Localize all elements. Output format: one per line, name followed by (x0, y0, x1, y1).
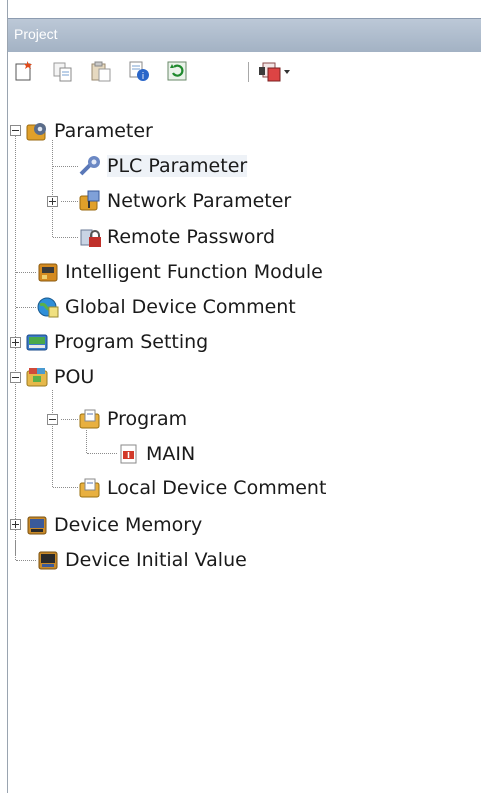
expand-network-parameter-toggle[interactable] (47, 196, 58, 207)
network-parameter-label: Network Parameter (107, 190, 292, 212)
copy-icon (53, 62, 72, 82)
device-initial-value-icon (38, 551, 58, 570)
expand-program-setting-toggle[interactable] (10, 337, 21, 348)
plc-parameter-label: PLC Parameter (107, 155, 248, 177)
tree-item-plc-parameter[interactable]: PLC Parameter (78, 151, 248, 181)
collapse-pou-toggle[interactable] (10, 372, 21, 383)
panel-title: Project (14, 26, 58, 42)
tree-line (16, 307, 36, 308)
local-device-comment-label: Local Device Comment (107, 477, 327, 499)
tree-item-main[interactable]: MAIN (117, 439, 195, 469)
parameter-folder-icon (26, 123, 46, 141)
remote-password-icon (80, 229, 101, 247)
project-tree: Parameter PLC Parameter Network Paramete… (8, 100, 481, 720)
main-label: MAIN (146, 443, 196, 465)
tree-item-program[interactable]: Program (78, 404, 187, 434)
program-folder-icon (79, 409, 100, 429)
project-panel: Project i Parameter PLC Parameter Networ… (7, 0, 481, 793)
device-memory-label: Device Memory (54, 514, 203, 536)
tree-item-remote-password[interactable]: Remote Password (78, 222, 275, 252)
tree-line (16, 272, 36, 273)
device-memory-icon (27, 516, 47, 535)
network-parameter-icon (79, 190, 100, 211)
tree-line (61, 419, 78, 420)
tree-line (52, 140, 53, 237)
tree-line (61, 201, 78, 202)
pou-folder-icon (26, 368, 48, 387)
svg-text:i: i (142, 72, 145, 82)
pou-label: POU (54, 366, 95, 388)
global-device-comment-icon (37, 297, 59, 318)
collapse-program-toggle[interactable] (47, 414, 58, 425)
tree-line (53, 237, 78, 238)
tree-item-pou[interactable]: POU (25, 362, 94, 392)
project-toolbar: i (8, 52, 481, 98)
tree-item-network-parameter[interactable]: Network Parameter (78, 186, 291, 216)
device-initial-value-label: Device Initial Value (65, 549, 247, 571)
data-dropdown-icon (259, 62, 290, 82)
refresh-button[interactable] (164, 58, 190, 84)
paste-button[interactable] (88, 58, 114, 84)
paste-icon (91, 61, 111, 82)
remote-password-label: Remote Password (107, 226, 276, 248)
property-button[interactable]: i (126, 58, 152, 84)
property-icon: i (129, 61, 149, 82)
tree-item-intelligent-function-module[interactable]: Intelligent Function Module (36, 257, 323, 287)
tree-item-global-device-comment[interactable]: Global Device Comment (36, 292, 296, 322)
project-title-bar[interactable]: Project (8, 18, 481, 53)
collapse-parameter-toggle[interactable] (10, 125, 21, 136)
program-label: Program (107, 408, 188, 430)
tree-line (52, 390, 53, 487)
parameter-label: Parameter (54, 120, 153, 142)
tree-line (16, 560, 36, 561)
refresh-icon (167, 61, 187, 81)
intelligent-function-module-label: Intelligent Function Module (65, 261, 323, 283)
tree-item-parameter[interactable]: Parameter (25, 116, 153, 146)
intelligent-function-module-icon (38, 263, 58, 282)
tree-item-device-initial-value[interactable]: Device Initial Value (36, 545, 247, 575)
global-device-comment-label: Global Device Comment (65, 296, 296, 318)
expand-device-memory-toggle[interactable] (10, 519, 21, 530)
tree-item-local-device-comment[interactable]: Local Device Comment (78, 473, 326, 503)
new-data-icon (15, 61, 32, 81)
tree-line (87, 453, 117, 454)
tree-line (53, 487, 78, 488)
tree-item-program-setting[interactable]: Program Setting (25, 327, 208, 357)
local-device-comment-icon (79, 478, 100, 498)
toolbar-separator (248, 62, 249, 82)
plc-parameter-icon (79, 156, 100, 176)
tree-item-device-memory[interactable]: Device Memory (25, 510, 202, 540)
main-program-icon (120, 444, 137, 464)
program-setting-icon (26, 334, 48, 351)
new-data-button[interactable] (12, 58, 38, 84)
copy-button[interactable] (50, 58, 76, 84)
program-setting-label: Program Setting (54, 331, 209, 353)
data-dropdown-button[interactable] (256, 58, 294, 84)
tree-line (15, 540, 16, 560)
tree-line (53, 166, 78, 167)
